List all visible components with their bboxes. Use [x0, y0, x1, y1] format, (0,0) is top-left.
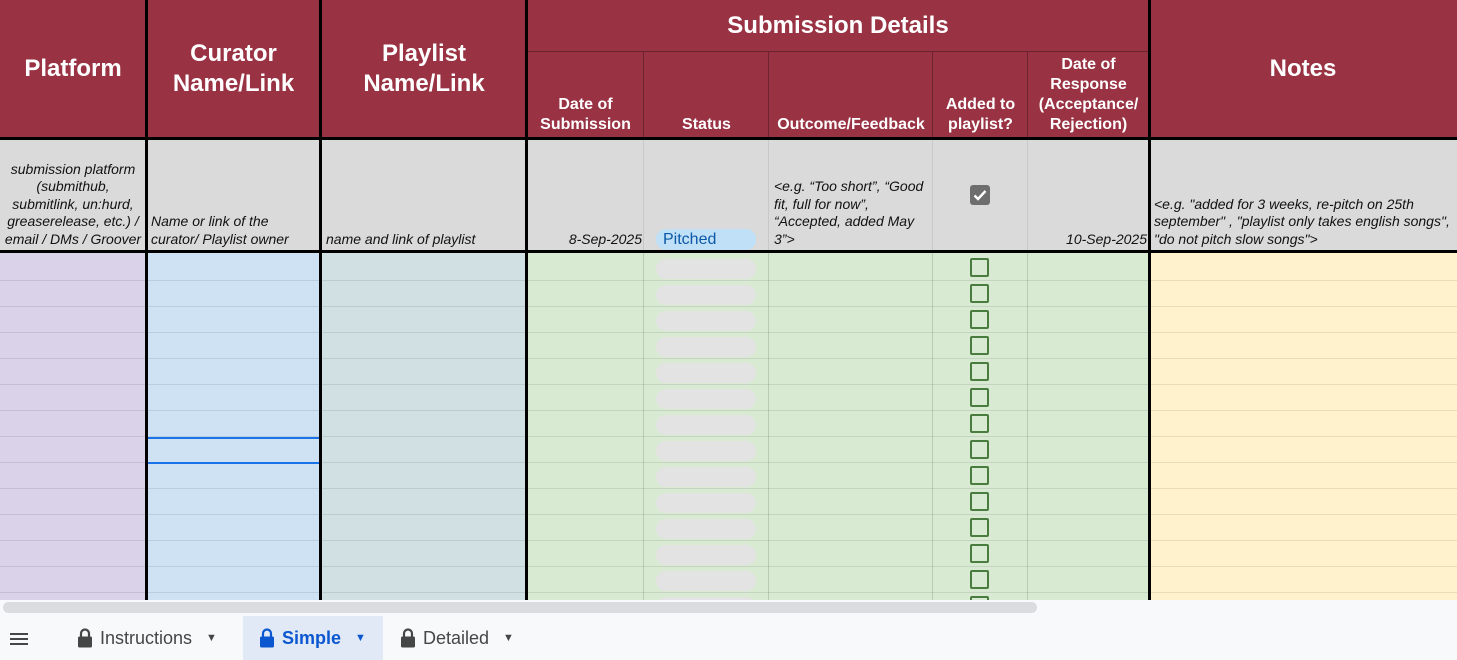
tab-simple[interactable]: Simple ▼	[243, 616, 383, 660]
row-gridline	[0, 410, 1457, 411]
row-gridline	[0, 488, 1457, 489]
chevron-down-icon[interactable]: ▼	[206, 632, 217, 644]
header-date-of-submission-label: Date of Submission	[540, 96, 631, 133]
added-checkbox[interactable]	[970, 518, 989, 537]
header-bottom-border	[0, 137, 1457, 140]
lock-icon	[260, 628, 274, 648]
header-date-of-submission[interactable]: Date of Submission	[527, 52, 644, 138]
added-checkbox[interactable]	[970, 362, 989, 381]
status-dropdown-chip[interactable]	[656, 493, 756, 513]
column-border	[525, 0, 528, 600]
lock-icon	[401, 628, 415, 648]
added-checkbox-checked[interactable]	[970, 185, 990, 205]
tab-label: Detailed	[423, 627, 490, 648]
all-sheets-menu-icon	[10, 633, 28, 645]
header-playlist-label: Playlist Name/Link	[363, 40, 485, 97]
example-curator[interactable]: Name or link of the curator/ Playlist ow…	[146, 140, 321, 250]
added-checkbox[interactable]	[970, 544, 989, 563]
header-divider	[527, 51, 1149, 52]
tab-detailed[interactable]: Detailed ▼	[387, 616, 537, 660]
status-dropdown-chip[interactable]	[656, 389, 756, 409]
column-border	[145, 0, 148, 600]
header-status-label: Status	[682, 116, 731, 133]
added-checkbox[interactable]	[970, 440, 989, 459]
header-outcome-label: Outcome/Feedback	[777, 116, 925, 133]
header-playlist[interactable]: Playlist Name/Link	[321, 0, 527, 138]
row-gridline	[0, 332, 1457, 333]
header-platform[interactable]: Platform	[0, 0, 146, 138]
column-border	[319, 0, 322, 600]
header-added-label: Added to playlist?	[945, 96, 1016, 133]
header-platform-label: Platform	[24, 55, 122, 82]
row-gridline	[0, 566, 1457, 567]
column-border	[1148, 0, 1151, 600]
row-gridline	[0, 592, 1457, 593]
example-platform[interactable]: submission platform (submithub, submitli…	[0, 140, 146, 250]
example-date-of-response[interactable]: 10-Sep-2025	[1028, 140, 1149, 250]
tab-label: Instructions	[100, 627, 193, 648]
added-checkbox[interactable]	[970, 414, 989, 433]
example-divider	[932, 140, 933, 250]
status-dropdown-chip[interactable]	[656, 311, 756, 331]
status-dropdown-chip[interactable]	[656, 519, 756, 539]
status-dropdown-chip[interactable]	[656, 415, 756, 435]
status-chip[interactable]: Pitched	[656, 229, 756, 250]
chevron-down-icon[interactable]: ▼	[355, 632, 366, 644]
header-date-of-response-label: Date of Response (Acceptance/ Rejection)	[1038, 56, 1139, 133]
added-checkbox[interactable]	[970, 284, 989, 303]
header-status[interactable]: Status	[644, 52, 769, 138]
check-icon	[973, 190, 987, 201]
example-divider	[643, 140, 644, 250]
added-checkbox[interactable]	[970, 310, 989, 329]
status-dropdown-chip[interactable]	[656, 285, 756, 305]
scrollbar-thumb[interactable]	[3, 602, 1037, 613]
status-dropdown-chip[interactable]	[656, 571, 756, 591]
added-checkbox[interactable]	[970, 492, 989, 511]
header-notes-label: Notes	[1269, 55, 1337, 82]
header-divider	[1027, 52, 1028, 140]
row-gridline	[0, 540, 1457, 541]
example-notes[interactable]: <e.g. "added for 3 weeks, re-pitch on 25…	[1149, 140, 1457, 250]
row-gridline	[0, 358, 1457, 359]
selected-cell[interactable]	[146, 437, 321, 464]
header-added[interactable]: Added to playlist?	[933, 52, 1028, 138]
header-divider	[643, 52, 644, 140]
header-curator[interactable]: Curator Name/Link	[146, 0, 321, 138]
example-divider	[1027, 140, 1028, 250]
row-gridline	[0, 306, 1457, 307]
header-divider	[768, 52, 769, 140]
row-gridline	[0, 514, 1457, 515]
status-dropdown-chip[interactable]	[656, 363, 756, 383]
header-curator-label: Curator Name/Link	[172, 40, 295, 97]
added-checkbox[interactable]	[970, 336, 989, 355]
status-dropdown-chip[interactable]	[656, 545, 756, 565]
status-dropdown-chip[interactable]	[656, 259, 756, 279]
header-notes[interactable]: Notes	[1149, 0, 1457, 138]
status-dropdown-chip[interactable]	[656, 467, 756, 487]
row-gridline	[0, 280, 1457, 281]
added-checkbox[interactable]	[970, 466, 989, 485]
status-dropdown-chip[interactable]	[656, 441, 756, 461]
example-bottom-border	[0, 250, 1457, 253]
header-submission-details[interactable]: Submission Details	[527, 0, 1149, 52]
chevron-down-icon[interactable]: ▼	[503, 632, 514, 644]
row-gridline	[0, 384, 1457, 385]
header-outcome[interactable]: Outcome/Feedback	[769, 52, 933, 138]
tab-instructions[interactable]: Instructions ▼	[66, 616, 242, 660]
example-outcome[interactable]: <e.g. “Too short”, “Good fit, full for n…	[769, 140, 933, 250]
added-checkbox[interactable]	[970, 570, 989, 589]
tab-label: Simple	[282, 627, 342, 648]
header-date-of-response[interactable]: Date of Response (Acceptance/ Rejection)	[1028, 52, 1149, 138]
example-divider	[768, 140, 769, 250]
spreadsheet-grid: Platform Curator Name/Link Playlist Name…	[0, 0, 1457, 600]
all-sheets-menu-button[interactable]	[8, 628, 30, 650]
example-playlist[interactable]: name and link of playlist	[321, 140, 527, 250]
example-date-of-submission[interactable]: 8-Sep-2025	[527, 140, 644, 250]
added-checkbox[interactable]	[970, 388, 989, 407]
header-divider	[932, 52, 933, 140]
lock-icon	[78, 628, 92, 648]
status-dropdown-chip[interactable]	[656, 337, 756, 357]
added-checkbox[interactable]	[970, 258, 989, 277]
